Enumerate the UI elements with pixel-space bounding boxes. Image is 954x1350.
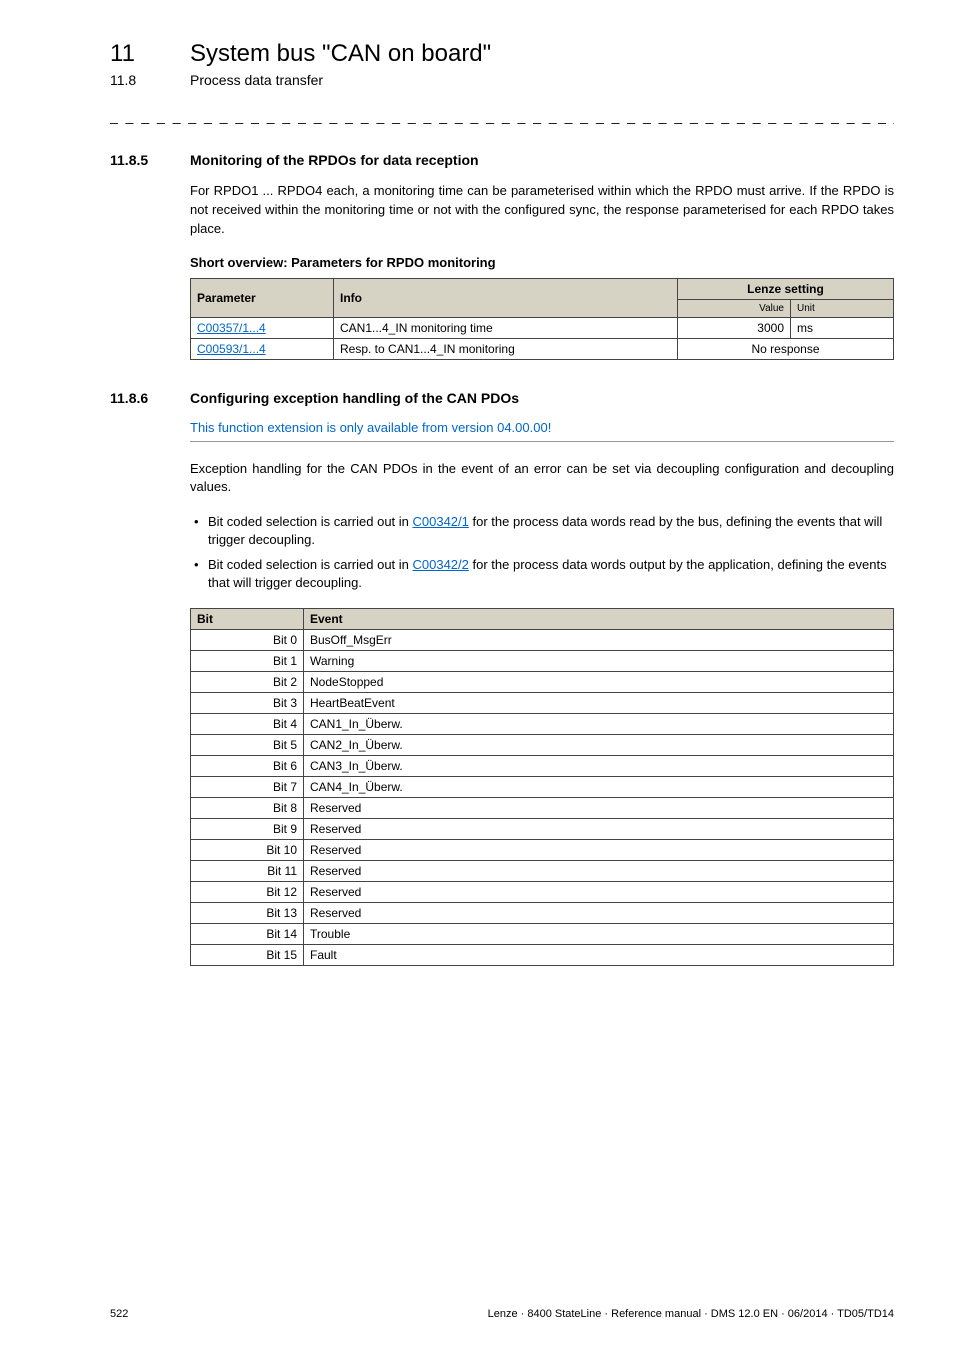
code-link[interactable]: C00342/2: [413, 557, 469, 572]
bullet-text-pre: Bit coded selection is carried out in: [208, 557, 413, 572]
cell-event: Reserved: [304, 902, 894, 923]
cell-event: Reserved: [304, 839, 894, 860]
table-row: C00593/1...4 Resp. to CAN1...4_IN monito…: [191, 338, 894, 359]
table-row: Bit 14 Trouble: [191, 923, 894, 944]
bit-event-table: Bit Event Bit 0 BusOff_MsgErr Bit 1 Warn…: [190, 608, 894, 966]
cell-bit: Bit 9: [191, 818, 304, 839]
section-title: Configuring exception handling of the CA…: [190, 390, 519, 406]
th-parameter: Parameter: [191, 278, 334, 317]
table-row: Bit 7 CAN4_In_Überw.: [191, 776, 894, 797]
th-lenze-setting: Lenze setting: [678, 278, 894, 299]
cell-merged: No response: [678, 338, 894, 359]
section-number: 11.8.5: [110, 152, 190, 168]
table-row: Bit 6 CAN3_In_Überw.: [191, 755, 894, 776]
cell-bit: Bit 3: [191, 692, 304, 713]
table-row: Bit 13 Reserved: [191, 902, 894, 923]
table-row: Bit 0 BusOff_MsgErr: [191, 629, 894, 650]
cell-bit: Bit 12: [191, 881, 304, 902]
section1-paragraph: For RPDO1 ... RPDO4 each, a monitoring t…: [190, 182, 894, 239]
table-row: C00357/1...4 CAN1...4_IN monitoring time…: [191, 317, 894, 338]
dashed-separator: _ _ _ _ _ _ _ _ _ _ _ _ _ _ _ _ _ _ _ _ …: [110, 108, 894, 124]
cell-event: Reserved: [304, 860, 894, 881]
cell-event: BusOff_MsgErr: [304, 629, 894, 650]
cell-bit: Bit 14: [191, 923, 304, 944]
bullet-text-pre: Bit coded selection is carried out in: [208, 514, 413, 529]
table-row: Bit 11 Reserved: [191, 860, 894, 881]
cell-bit: Bit 5: [191, 734, 304, 755]
table-row: Bit 12 Reserved: [191, 881, 894, 902]
list-item: Bit coded selection is carried out in C0…: [190, 513, 894, 549]
section-number: 11.8.6: [110, 390, 190, 406]
cell-bit: Bit 15: [191, 944, 304, 965]
table1-title: Short overview: Parameters for RPDO moni…: [190, 255, 894, 270]
version-note: This function extension is only availabl…: [190, 420, 894, 435]
list-item: Bit coded selection is carried out in C0…: [190, 556, 894, 592]
cell-info: Resp. to CAN1...4_IN monitoring: [334, 338, 678, 359]
th-unit: Unit: [791, 299, 894, 317]
subsection-title: Process data transfer: [190, 72, 323, 88]
table-row: Bit 2 NodeStopped: [191, 671, 894, 692]
chapter-number: 11: [110, 40, 190, 68]
table-row: Bit 3 HeartBeatEvent: [191, 692, 894, 713]
section2-paragraph: Exception handling for the CAN PDOs in t…: [190, 460, 894, 498]
table-row: Bit 5 CAN2_In_Überw.: [191, 734, 894, 755]
cell-event: Reserved: [304, 881, 894, 902]
cell-event: Fault: [304, 944, 894, 965]
table-row: Bit 10 Reserved: [191, 839, 894, 860]
th-event: Event: [304, 608, 894, 629]
param-link[interactable]: C00357/1...4: [197, 321, 266, 335]
cell-event: Trouble: [304, 923, 894, 944]
footer-text: Lenze · 8400 StateLine · Reference manua…: [488, 1308, 894, 1320]
cell-bit: Bit 7: [191, 776, 304, 797]
th-bit: Bit: [191, 608, 304, 629]
cell-event: CAN1_In_Überw.: [304, 713, 894, 734]
table-row: Bit 8 Reserved: [191, 797, 894, 818]
cell-bit: Bit 1: [191, 650, 304, 671]
thin-separator: [190, 441, 894, 442]
page-number: 522: [110, 1308, 128, 1320]
cell-bit: Bit 0: [191, 629, 304, 650]
cell-event: Reserved: [304, 797, 894, 818]
th-info: Info: [334, 278, 678, 317]
cell-event: HeartBeatEvent: [304, 692, 894, 713]
cell-event: Reserved: [304, 818, 894, 839]
section-title: Monitoring of the RPDOs for data recepti…: [190, 152, 479, 168]
table-row: Bit 9 Reserved: [191, 818, 894, 839]
bullet-list: Bit coded selection is carried out in C0…: [190, 513, 894, 592]
th-value: Value: [678, 299, 791, 317]
code-link[interactable]: C00342/1: [413, 514, 469, 529]
cell-bit: Bit 4: [191, 713, 304, 734]
cell-bit: Bit 13: [191, 902, 304, 923]
table-row: Bit 15 Fault: [191, 944, 894, 965]
cell-event: CAN3_In_Überw.: [304, 755, 894, 776]
chapter-title: System bus "CAN on board": [190, 40, 491, 68]
cell-bit: Bit 8: [191, 797, 304, 818]
param-link[interactable]: C00593/1...4: [197, 342, 266, 356]
cell-bit: Bit 6: [191, 755, 304, 776]
cell-info: CAN1...4_IN monitoring time: [334, 317, 678, 338]
cell-event: CAN4_In_Überw.: [304, 776, 894, 797]
cell-unit: ms: [791, 317, 894, 338]
cell-event: NodeStopped: [304, 671, 894, 692]
cell-event: Warning: [304, 650, 894, 671]
subsection-number: 11.8: [110, 72, 190, 88]
cell-bit: Bit 10: [191, 839, 304, 860]
cell-bit: Bit 2: [191, 671, 304, 692]
rpdo-param-table: Parameter Info Lenze setting Value Unit …: [190, 278, 894, 360]
table-row: Bit 4 CAN1_In_Überw.: [191, 713, 894, 734]
table-row: Bit 1 Warning: [191, 650, 894, 671]
cell-bit: Bit 11: [191, 860, 304, 881]
cell-event: CAN2_In_Überw.: [304, 734, 894, 755]
cell-value: 3000: [678, 317, 791, 338]
